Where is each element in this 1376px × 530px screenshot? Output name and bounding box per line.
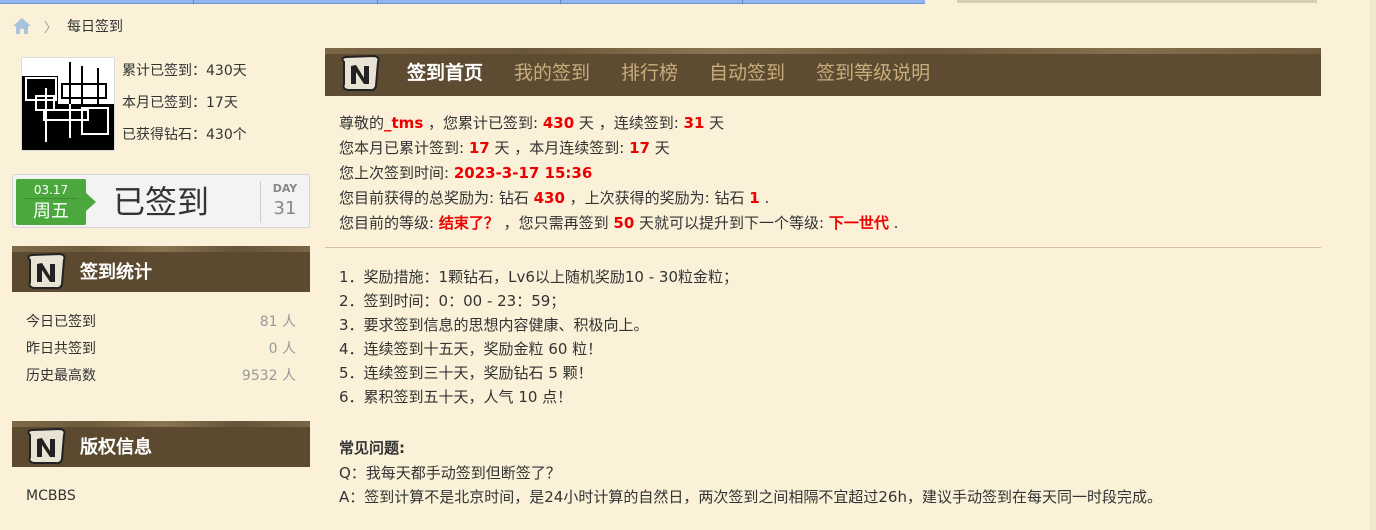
- summary-text: 天 ，本月连续签到:: [489, 139, 630, 157]
- sign-status: 已签到: [113, 183, 210, 221]
- signin-summary: 尊敬的_tms ，您累计已签到: 430 天 ，连续签到: 31 天 您本月已累…: [339, 111, 898, 236]
- diamonds-earned: 已获得钻石：430个: [122, 127, 247, 143]
- scroll-sign-icon: [338, 54, 384, 96]
- summary-text: .: [759, 189, 770, 207]
- stats-section-title: 签到统计: [80, 262, 152, 283]
- top-nav-divider: [742, 0, 743, 4]
- rule-item: 2．签到时间：0：00 - 23：59；: [339, 292, 566, 310]
- summary-text: ，上次获得的奖励为: 钻石: [564, 189, 750, 207]
- username[interactable]: _tms: [384, 114, 423, 132]
- nav-tabs: 签到首页 我的签到 排行榜 自动签到 签到等级说明: [407, 60, 961, 86]
- summary-text: .: [888, 214, 899, 232]
- scrollbar-track[interactable]: [1370, 0, 1376, 530]
- summary-text: 尊敬的: [339, 114, 385, 132]
- section-divider: [325, 247, 1321, 248]
- days-needed-value: 50: [613, 214, 635, 232]
- month-signins: 本月已签到：17天: [122, 95, 238, 111]
- copyright-text: MCBBS: [26, 488, 76, 504]
- faq-title: 常见问题:: [339, 439, 405, 457]
- rule-item: 5．连续签到三十天，奖励钻石 5 颗！: [339, 364, 593, 382]
- summary-text: 天就可以提升到下一个等级:: [634, 214, 829, 232]
- stat-value: 81 人: [259, 314, 296, 330]
- reward-rules-list: 1．奖励措施：1颗钻石，Lv6以上随机奖励10 - 30粒金粒； 2．签到时间：…: [339, 265, 738, 409]
- rule-item: 6．累积签到五十天，人气 10 点！: [339, 388, 573, 406]
- copyright-section-title: 版权信息: [80, 437, 152, 458]
- breadcrumb: 〉 每日签到: [12, 14, 123, 38]
- calendar-date-badge: 03.17 周五: [16, 179, 96, 225]
- stat-label: 历史最高数: [26, 368, 96, 384]
- stat-row-record: 历史最高数 9532 人: [26, 366, 296, 393]
- avatar[interactable]: [21, 57, 115, 151]
- top-search-strip: [957, 0, 1317, 3]
- header-texture: [325, 48, 1321, 54]
- tab-level-info[interactable]: 签到等级说明: [816, 60, 930, 86]
- copyright-section-header: 版权信息: [12, 421, 310, 467]
- home-icon[interactable]: [12, 17, 32, 35]
- tab-home[interactable]: 签到首页: [407, 60, 483, 86]
- stat-value: 0 人: [268, 341, 296, 357]
- chevron-right-icon: 〉: [44, 20, 58, 36]
- total-reward-value: 430: [533, 189, 565, 207]
- summary-line-level: 您目前的等级: 结束了？ ，您只需再签到 50 天就可以提升到下一个等级: 下一…: [339, 211, 898, 236]
- scroll-sign-icon: [24, 427, 70, 469]
- tab-ranking[interactable]: 排行榜: [621, 60, 678, 86]
- rule-item: 4．连续签到十五天，奖励金粒 60 粒！: [339, 340, 603, 358]
- summary-line-month: 您本月已累计签到: 17 天 ，本月连续签到: 17 天: [339, 136, 898, 161]
- last-reward-value: 1: [749, 189, 760, 207]
- sign-in-button[interactable]: 03.17 周五 已签到 DAY 31: [12, 174, 310, 228]
- month-days-value: 17: [468, 139, 490, 157]
- summary-line-reward: 您目前获得的总奖励为: 钻石 430 ，上次获得的奖励为: 钻石 1 .: [339, 186, 898, 211]
- summary-text: 您目前的等级:: [339, 214, 439, 232]
- stat-value: 9532 人: [241, 368, 296, 384]
- sign-weekday: 周五: [33, 201, 69, 222]
- total-days-value: 430: [542, 114, 575, 132]
- summary-text: 天: [704, 114, 725, 132]
- stat-label: 今日已签到: [26, 314, 96, 330]
- top-nav-divider: [560, 0, 561, 4]
- current-level: 结束了？: [438, 214, 499, 232]
- stat-row-today: 今日已签到 81 人: [26, 312, 296, 339]
- summary-line-last-time: 您上次签到时间: 2023-3-17 15:36: [339, 161, 898, 186]
- summary-text: 您目前获得的总奖励为: 钻石: [339, 189, 534, 207]
- total-signins: 累计已签到：430天: [122, 63, 247, 79]
- sign-date: 03.17: [24, 179, 78, 199]
- summary-text: 天: [649, 139, 670, 157]
- stat-label: 昨日共签到: [26, 341, 96, 357]
- day-number: 31: [273, 198, 297, 219]
- tab-my-signin[interactable]: 我的签到: [514, 60, 590, 86]
- breadcrumb-current[interactable]: 每日签到: [67, 16, 123, 36]
- summary-text: 天 ，连续签到:: [574, 114, 684, 132]
- tab-auto-signin[interactable]: 自动签到: [709, 60, 785, 86]
- streak-value: 31: [683, 114, 705, 132]
- stats-section-header: 签到统计: [12, 246, 310, 292]
- summary-text: ，您累计已签到:: [423, 114, 543, 132]
- summary-line-total: 尊敬的_tms ，您累计已签到: 430 天 ，连续签到: 31 天: [339, 111, 898, 136]
- rule-item: 1．奖励措施：1颗钻石，Lv6以上随机奖励10 - 30粒金粒；: [339, 268, 738, 286]
- month-streak-value: 17: [629, 139, 650, 157]
- summary-text: 您本月已累计签到:: [339, 139, 469, 157]
- top-nav-strip: [0, 0, 925, 4]
- summary-text: ，您只需再签到: [498, 214, 614, 232]
- day-counter: DAY 31: [260, 181, 309, 223]
- faq-answer: A：签到计算不是北京时间，是24小时计算的自然日，两次签到之间相隔不宜超过26h…: [339, 488, 1162, 506]
- day-label: DAY: [272, 182, 298, 195]
- signin-stats-list: 今日已签到 81 人 昨日共签到 0 人 历史最高数 9532 人: [26, 312, 296, 393]
- faq-section: 常见问题: Q：我每天都手动签到但断签了？ A：签到计算不是北京时间，是24小时…: [339, 436, 1162, 510]
- user-stats: 累计已签到：430天 本月已签到：17天 已获得钻石：430个: [122, 57, 247, 153]
- rule-item: 3．要求签到信息的思想内容健康、积极向上。: [339, 316, 649, 334]
- top-nav-divider: [193, 0, 194, 4]
- summary-text: 您上次签到时间:: [339, 164, 454, 182]
- top-nav-divider: [377, 0, 378, 4]
- last-signin-time: 2023-3-17 15:36: [453, 164, 593, 182]
- faq-question: Q：我每天都手动签到但断签了？: [339, 463, 561, 482]
- scroll-sign-icon: [24, 252, 70, 294]
- signin-nav-bar: 签到首页 我的签到 排行榜 自动签到 签到等级说明: [325, 48, 1321, 96]
- next-level: 下一世代: [828, 214, 889, 232]
- stat-row-yesterday: 昨日共签到 0 人: [26, 339, 296, 366]
